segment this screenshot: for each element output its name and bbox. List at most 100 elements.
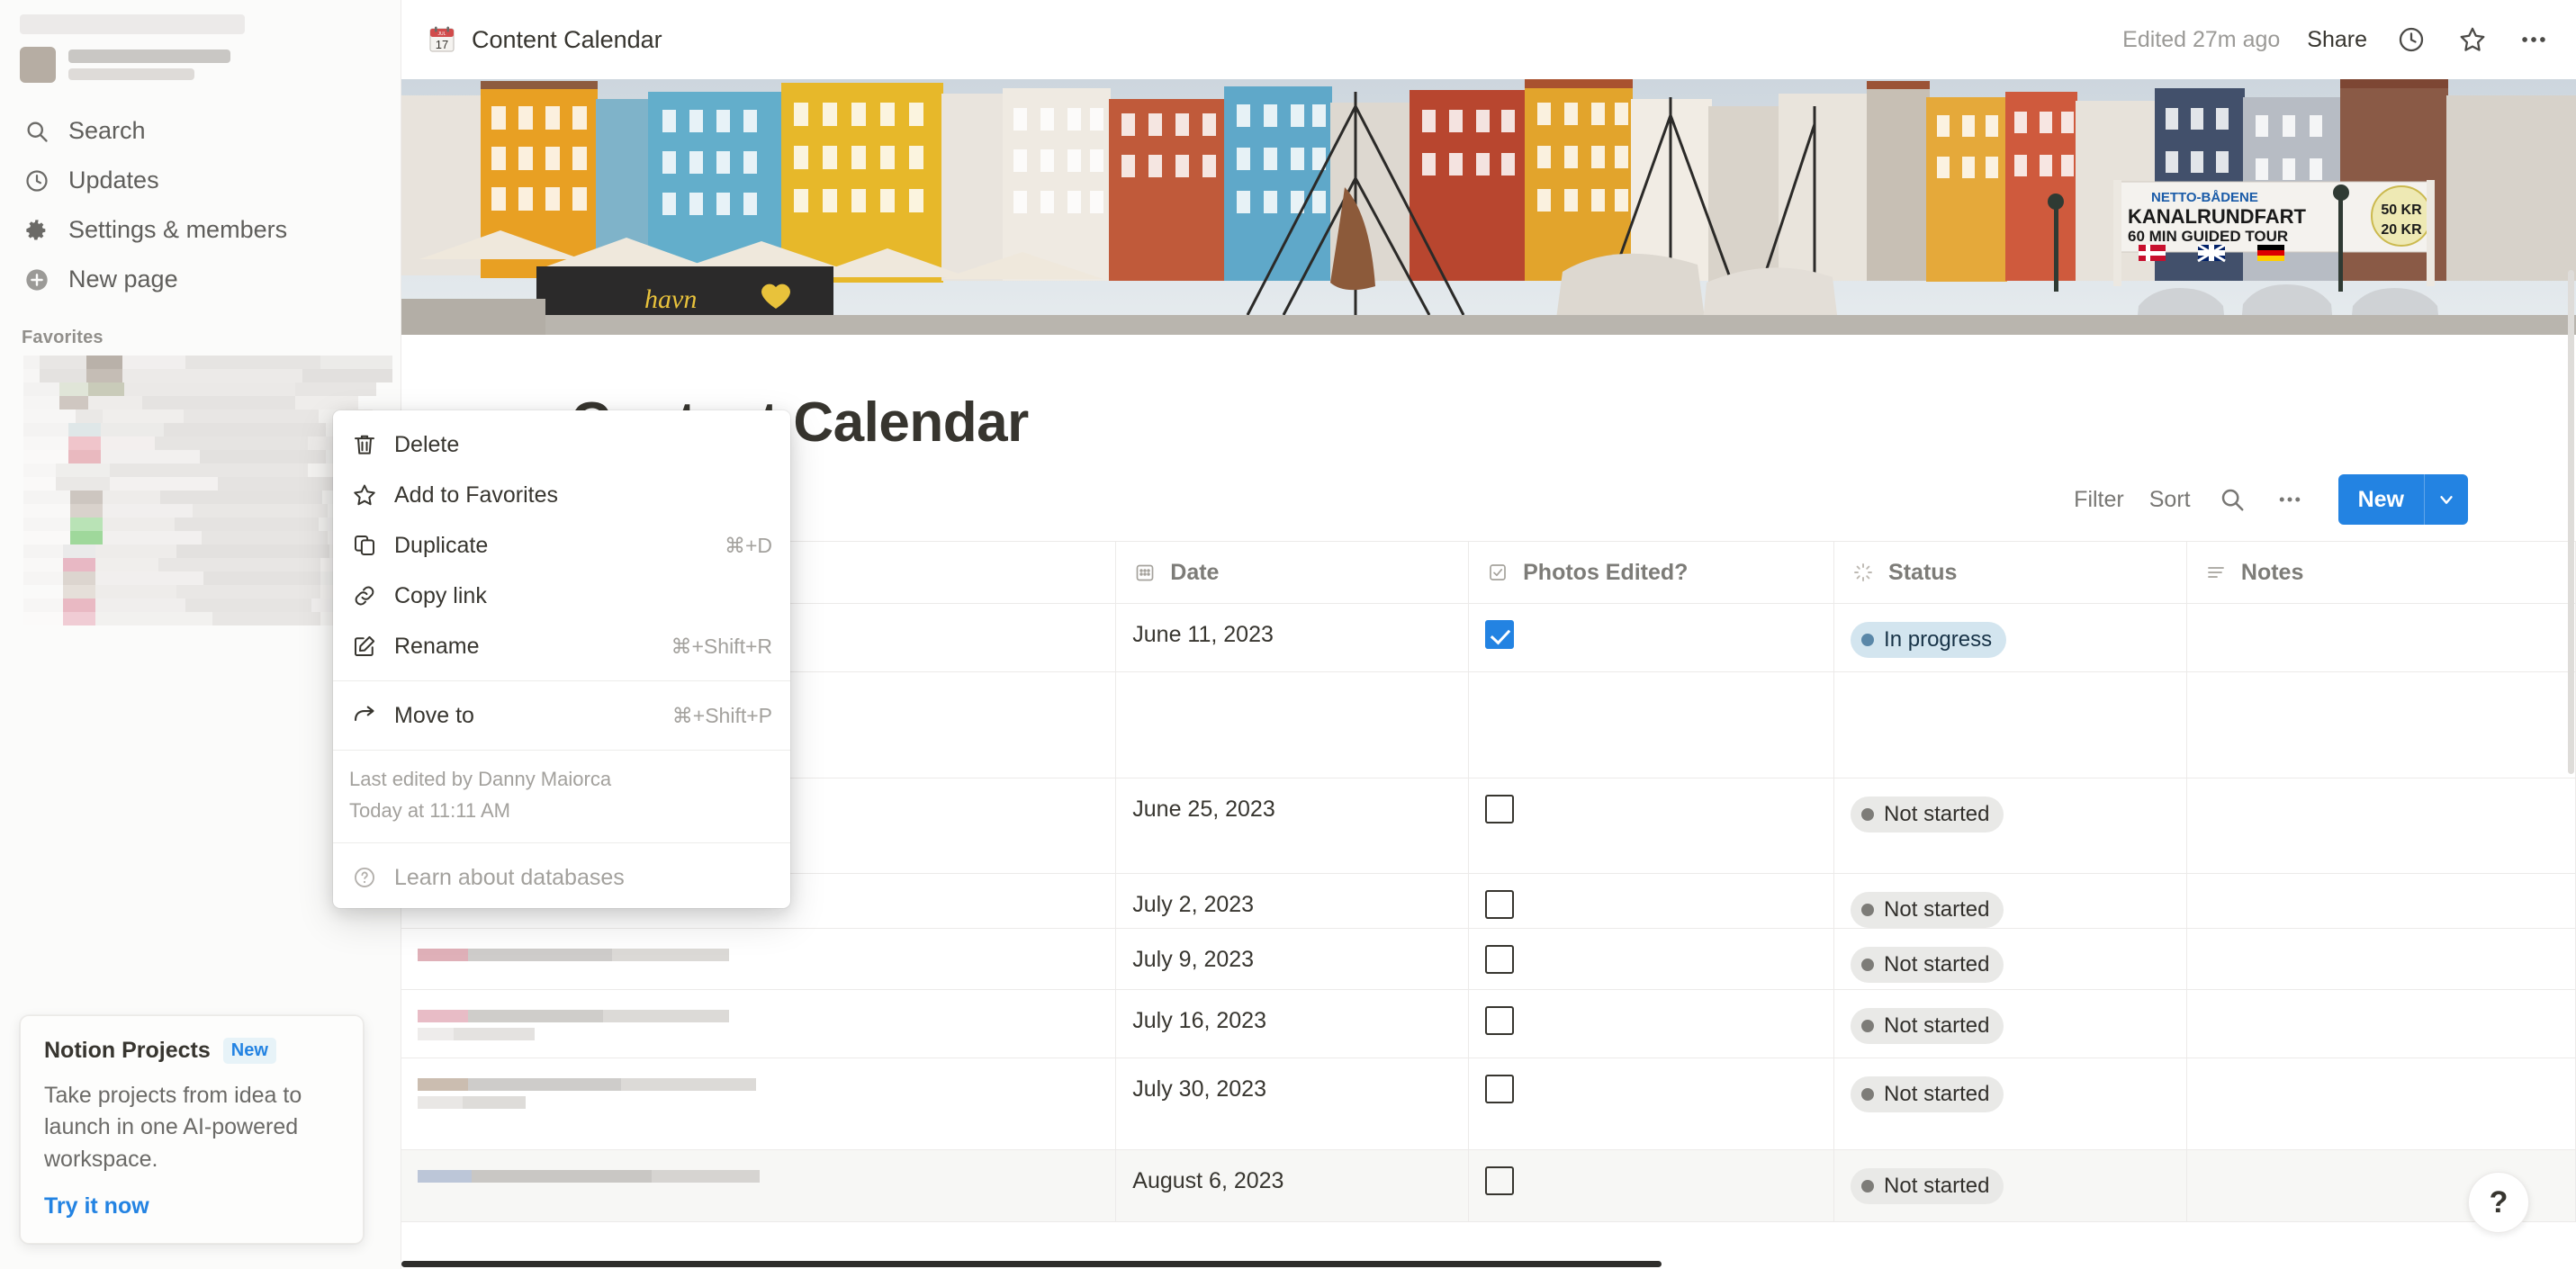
column-header-notes[interactable]: Notes [2186, 541, 2576, 604]
cell-status[interactable]: Not started [1833, 1058, 2187, 1150]
breadcrumb[interactable]: Content Calendar [472, 26, 662, 54]
vertical-scrollbar[interactable] [2567, 0, 2576, 1269]
notes-value [2187, 874, 2575, 892]
column-header-status[interactable]: Status [1833, 541, 2187, 604]
table-row[interactable]: July 30, 2023 Not started [401, 1058, 2576, 1150]
context-menu-item-shortcut: ⌘+Shift+R [671, 634, 773, 658]
promo-try-it-now-link[interactable]: Try it now [44, 1193, 339, 1220]
vertical-scrollbar-thumb[interactable] [2568, 270, 2574, 774]
arrow-right-icon [349, 700, 380, 731]
notion-projects-promo-card[interactable]: Notion Projects New Take projects from i… [20, 1014, 364, 1244]
cell-date[interactable] [1115, 671, 1470, 778]
cell-name[interactable] [401, 928, 1117, 990]
sort-button[interactable]: Sort [2149, 487, 2191, 513]
ellipsis-icon[interactable] [2274, 483, 2306, 516]
context-menu-item-learn-about-databases[interactable]: Learn about databases [333, 852, 790, 903]
checkbox-unchecked[interactable] [1485, 795, 1515, 824]
chevron-down-icon[interactable] [2425, 474, 2468, 525]
cell-status[interactable]: In progress [1833, 603, 2187, 672]
cell-notes[interactable] [2186, 1058, 2576, 1150]
cell-date[interactable]: August 6, 2023 [1115, 1149, 1470, 1222]
cell-name[interactable] [401, 1149, 1117, 1222]
cell-status[interactable]: Not started [1833, 928, 2187, 990]
sidebar-item-settings-members[interactable]: Settings & members [0, 205, 401, 255]
cell-photos-edited[interactable] [1468, 778, 1835, 874]
cell-photos-edited[interactable] [1468, 989, 1835, 1058]
cell-status[interactable] [1833, 671, 2187, 778]
horizontal-scrollbar-thumb[interactable] [401, 1261, 1662, 1267]
cover-illustration: havn NETTO-BÅDENE KANALRUNDFART 60 MIN G… [401, 79, 2576, 335]
cell-photos-edited[interactable] [1468, 603, 1835, 672]
help-button[interactable]: ? [2468, 1172, 2529, 1233]
cell-date[interactable]: July 2, 2023 [1115, 873, 1470, 929]
context-menu-item-shortcut: ⌘+Shift+P [671, 703, 772, 727]
checkbox-unchecked[interactable] [1485, 1006, 1515, 1035]
context-menu-item-add-to-favorites[interactable]: Add to Favorites [333, 470, 790, 520]
cell-date[interactable]: June 25, 2023 [1115, 778, 1470, 874]
column-label: Photos Edited? [1523, 559, 1689, 585]
name-blurred [401, 990, 1115, 1040]
status-badge: Not started [1851, 796, 2004, 832]
cell-notes[interactable] [2186, 928, 2576, 990]
pencil-square-icon [349, 631, 380, 662]
sidebar-item-updates[interactable]: Updates [0, 156, 401, 205]
context-menu-item-rename[interactable]: Rename ⌘+Shift+R [333, 621, 790, 671]
cell-photos-edited[interactable] [1468, 928, 1835, 990]
svg-text:50 KR: 50 KR [2381, 202, 2422, 218]
context-menu-meta: Last edited by Danny Maiorca Today at 11… [333, 760, 790, 833]
cell-notes[interactable] [2186, 989, 2576, 1058]
checkbox-unchecked[interactable] [1485, 890, 1515, 919]
cell-photos-edited[interactable] [1468, 1058, 1835, 1150]
cell-photos-edited[interactable] [1468, 873, 1835, 929]
cell-status[interactable]: Not started [1833, 1149, 2187, 1222]
date-value: July 9, 2023 [1132, 947, 1255, 972]
column-label: Date [1170, 559, 1220, 585]
share-button[interactable]: Share [2307, 27, 2367, 53]
cell-notes[interactable] [2186, 671, 2576, 778]
context-menu-item-move-to[interactable]: Move to ⌘+Shift+P [333, 690, 790, 741]
cell-notes[interactable] [2186, 603, 2576, 672]
cell-name[interactable] [401, 1058, 1117, 1150]
workspace-switcher[interactable] [0, 0, 401, 90]
sidebar-item-new-page[interactable]: New page [0, 255, 401, 304]
column-header-photos-edited[interactable]: Photos Edited? [1468, 541, 1835, 604]
cell-notes[interactable] [2186, 778, 2576, 874]
checkbox-unchecked[interactable] [1485, 945, 1515, 974]
table-row[interactable]: July 16, 2023 Not started [401, 989, 2576, 1058]
cell-notes[interactable] [2186, 873, 2576, 929]
svg-text:20 KR: 20 KR [2381, 222, 2422, 238]
search-icon[interactable] [2216, 483, 2248, 516]
context-menu-item-label: Rename [394, 633, 480, 659]
page-cover-image[interactable]: havn NETTO-BÅDENE KANALRUNDFART 60 MIN G… [401, 79, 2576, 335]
cell-status[interactable]: Not started [1833, 873, 2187, 929]
ellipsis-icon[interactable] [2517, 22, 2551, 57]
context-menu-item-label: Copy link [394, 582, 487, 608]
context-menu-item-duplicate[interactable]: Duplicate ⌘+D [333, 520, 790, 571]
checkbox-checked[interactable] [1485, 620, 1515, 649]
checkbox-unchecked[interactable] [1485, 1075, 1515, 1103]
duplicate-icon [349, 530, 380, 561]
notes-value [2187, 990, 2575, 1008]
cell-date[interactable]: July 30, 2023 [1115, 1058, 1470, 1150]
sidebar-item-search[interactable]: Search [0, 106, 401, 156]
star-icon[interactable] [2455, 22, 2490, 57]
cell-name[interactable] [401, 989, 1117, 1058]
checkbox-unchecked[interactable] [1485, 1166, 1515, 1195]
cell-photos-edited[interactable] [1468, 671, 1835, 778]
cell-status[interactable]: Not started [1833, 778, 2187, 874]
table-row[interactable]: August 6, 2023 Not started [401, 1149, 2576, 1222]
cell-date[interactable]: July 9, 2023 [1115, 928, 1470, 990]
context-menu-item-copy-link[interactable]: Copy link [333, 571, 790, 621]
filter-button[interactable]: Filter [2074, 487, 2124, 513]
column-header-date[interactable]: Date [1115, 541, 1470, 604]
horizontal-scrollbar[interactable] [401, 1261, 2567, 1269]
cell-date[interactable]: June 11, 2023 [1115, 603, 1470, 672]
cell-status[interactable]: Not started [1833, 989, 2187, 1058]
table-row[interactable]: July 9, 2023 Not started [401, 928, 2576, 990]
clock-icon[interactable] [2394, 22, 2428, 57]
context-menu-item-delete[interactable]: Delete [333, 419, 790, 470]
cell-photos-edited[interactable] [1468, 1149, 1835, 1222]
new-row-button[interactable]: New [2337, 474, 2468, 525]
cell-date[interactable]: July 16, 2023 [1115, 989, 1470, 1058]
svg-text:KANALRUNDFART: KANALRUNDFART [2128, 205, 2307, 228]
